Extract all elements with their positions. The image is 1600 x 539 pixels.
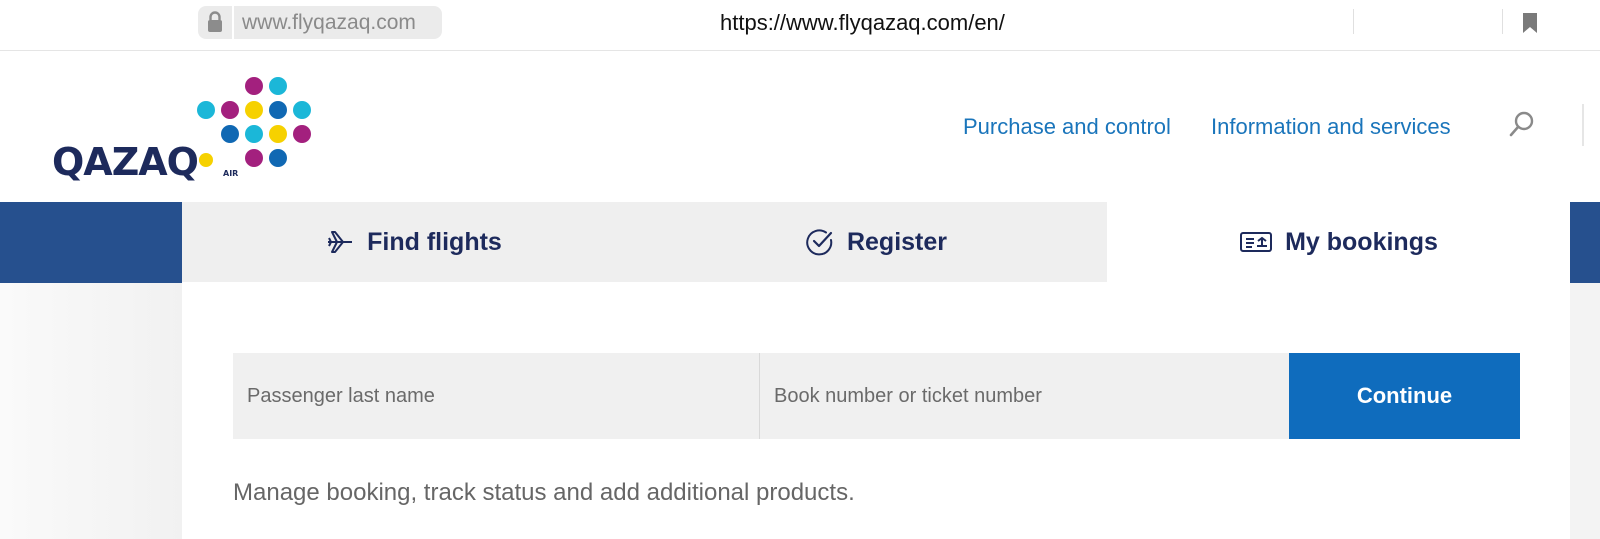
ticket-icon bbox=[1239, 227, 1273, 257]
tab-my-bookings[interactable]: My bookings bbox=[1107, 202, 1570, 282]
page-background-right bbox=[1570, 283, 1600, 539]
tab-label: My bookings bbox=[1285, 227, 1438, 256]
check-circle-icon bbox=[805, 227, 835, 257]
qazaq-logo[interactable]: QAZAQ AIR bbox=[50, 75, 320, 185]
passenger-last-name-input[interactable] bbox=[233, 353, 760, 439]
domain-chip[interactable]: www.flyqazaq.com bbox=[234, 6, 442, 39]
header-divider bbox=[1582, 104, 1584, 146]
tab-find-flights[interactable]: Find flights bbox=[182, 202, 645, 282]
airplane-icon bbox=[325, 227, 355, 257]
booking-lookup-form: Continue bbox=[233, 353, 1520, 439]
nav-purchase-and-control[interactable]: Purchase and control bbox=[963, 112, 1171, 142]
nav-information-and-services[interactable]: Information and services bbox=[1211, 112, 1451, 142]
browser-address-bar: www.flyqazaq.com https://www.flyqazaq.co… bbox=[0, 0, 1600, 51]
lock-icon[interactable] bbox=[198, 6, 232, 39]
tab-label: Register bbox=[846, 227, 948, 256]
search-icon[interactable] bbox=[1508, 110, 1536, 138]
helper-text: Manage booking, track status and add add… bbox=[233, 479, 855, 506]
booking-number-input[interactable] bbox=[760, 353, 1289, 439]
logo-air-text: AIR bbox=[223, 169, 238, 178]
url-text[interactable]: https://www.flyqazaq.com/en/ bbox=[720, 8, 1005, 38]
booking-tabs: Find flights Register My bookings bbox=[182, 202, 1570, 282]
toolbar-divider bbox=[1502, 9, 1503, 34]
bookmark-icon[interactable] bbox=[1523, 13, 1537, 33]
tab-label: Find flights bbox=[367, 227, 502, 256]
logo-wordmark: QAZAQ bbox=[52, 140, 198, 184]
toolbar-divider bbox=[1353, 9, 1354, 34]
page-background-left bbox=[0, 283, 182, 539]
tab-register[interactable]: Register bbox=[645, 202, 1107, 282]
continue-button[interactable]: Continue bbox=[1289, 353, 1520, 439]
